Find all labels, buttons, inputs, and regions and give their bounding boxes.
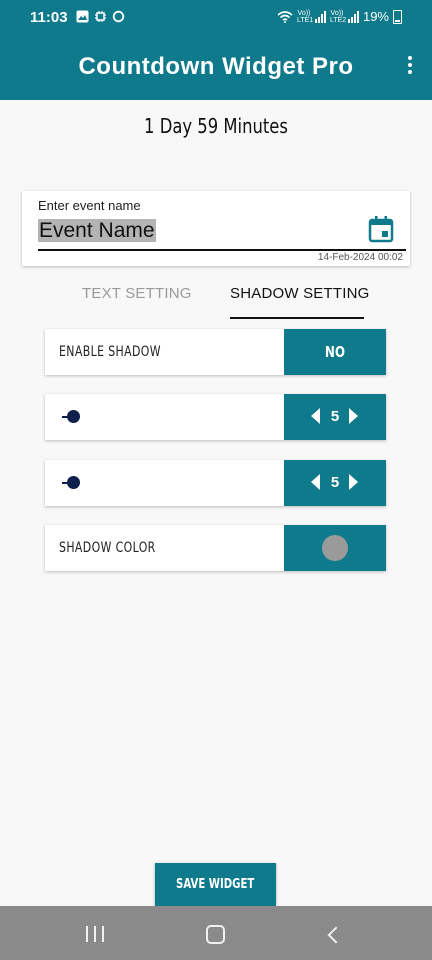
calendar-icon[interactable] (368, 215, 394, 243)
app-title: Countdown Widget Pro (78, 53, 354, 80)
status-right: Vo)) LTE1 Vo)) LTE2 19% (277, 9, 402, 24)
more-vert-icon[interactable] (406, 56, 414, 80)
home-icon[interactable] (206, 925, 225, 944)
shadow-color-picker[interactable] (284, 525, 386, 571)
countdown-text: 1 Day 59 Minutes (144, 114, 288, 138)
status-time: 11:03 (30, 9, 68, 26)
shadow-color-swatch (322, 535, 348, 561)
notification-icons (76, 10, 125, 23)
back-icon[interactable] (327, 926, 345, 944)
signal-icon (347, 10, 359, 23)
settings-tabs: TEXT SETTING SHADOW SETTING (60, 280, 380, 320)
status-bar: 11:03 Vo)) LTE1 Vo)) LTE2 19% (0, 0, 432, 36)
increment-icon[interactable] (349, 474, 358, 490)
shadow-y-slider-thumb[interactable] (67, 476, 80, 489)
shadow-x-stepper: 5 (284, 394, 386, 440)
decrement-icon[interactable] (311, 474, 320, 490)
shadow-x-row: 5 (45, 394, 386, 440)
battery-icon (393, 9, 402, 24)
shadow-color-row: SHADOW COLOR (45, 525, 386, 571)
shadow-x-slider-thumb[interactable] (67, 410, 80, 423)
decrement-icon[interactable] (311, 408, 320, 424)
gallery-icon (76, 10, 89, 23)
active-tab-indicator (230, 317, 364, 319)
wifi-icon (277, 10, 293, 23)
shadow-y-value: 5 (330, 474, 340, 491)
event-name-input[interactable]: Event Name (38, 219, 406, 251)
event-date: 14-Feb-2024 00:02 (317, 252, 403, 263)
chip-icon (95, 11, 106, 22)
sim2-label: Vo)) LTE2 (329, 9, 347, 24)
enable-shadow-toggle[interactable]: NO (284, 329, 386, 375)
app-bar: Countdown Widget Pro (0, 36, 432, 100)
increment-icon[interactable] (349, 408, 358, 424)
enable-shadow-value: NO (324, 343, 346, 361)
save-widget-label: SAVE WIDGET (176, 877, 255, 892)
shadow-y-row: 5 (45, 460, 386, 506)
shadow-color-label: SHADOW COLOR (59, 540, 156, 556)
enable-shadow-row: ENABLE SHADOW NO (45, 329, 386, 375)
event-name-value: Event Name (38, 219, 156, 242)
tab-text-setting[interactable]: TEXT SETTING (82, 285, 192, 302)
recents-icon[interactable] (86, 926, 104, 942)
event-name-label: Enter event name (38, 198, 141, 213)
enable-shadow-label: ENABLE SHADOW (59, 344, 161, 360)
tab-shadow-setting[interactable]: SHADOW SETTING (230, 285, 369, 302)
sync-icon (112, 10, 125, 23)
shadow-x-value: 5 (330, 408, 340, 425)
sim1-label: Vo)) LTE1 (296, 9, 314, 24)
shadow-y-stepper: 5 (284, 460, 386, 506)
battery-percent: 19% (362, 9, 389, 24)
navigation-bar (0, 906, 432, 960)
signal-icon (314, 10, 326, 23)
event-name-card: Enter event name Event Name 14-Feb-2024 … (22, 191, 410, 266)
save-widget-button[interactable]: SAVE WIDGET (155, 863, 276, 906)
